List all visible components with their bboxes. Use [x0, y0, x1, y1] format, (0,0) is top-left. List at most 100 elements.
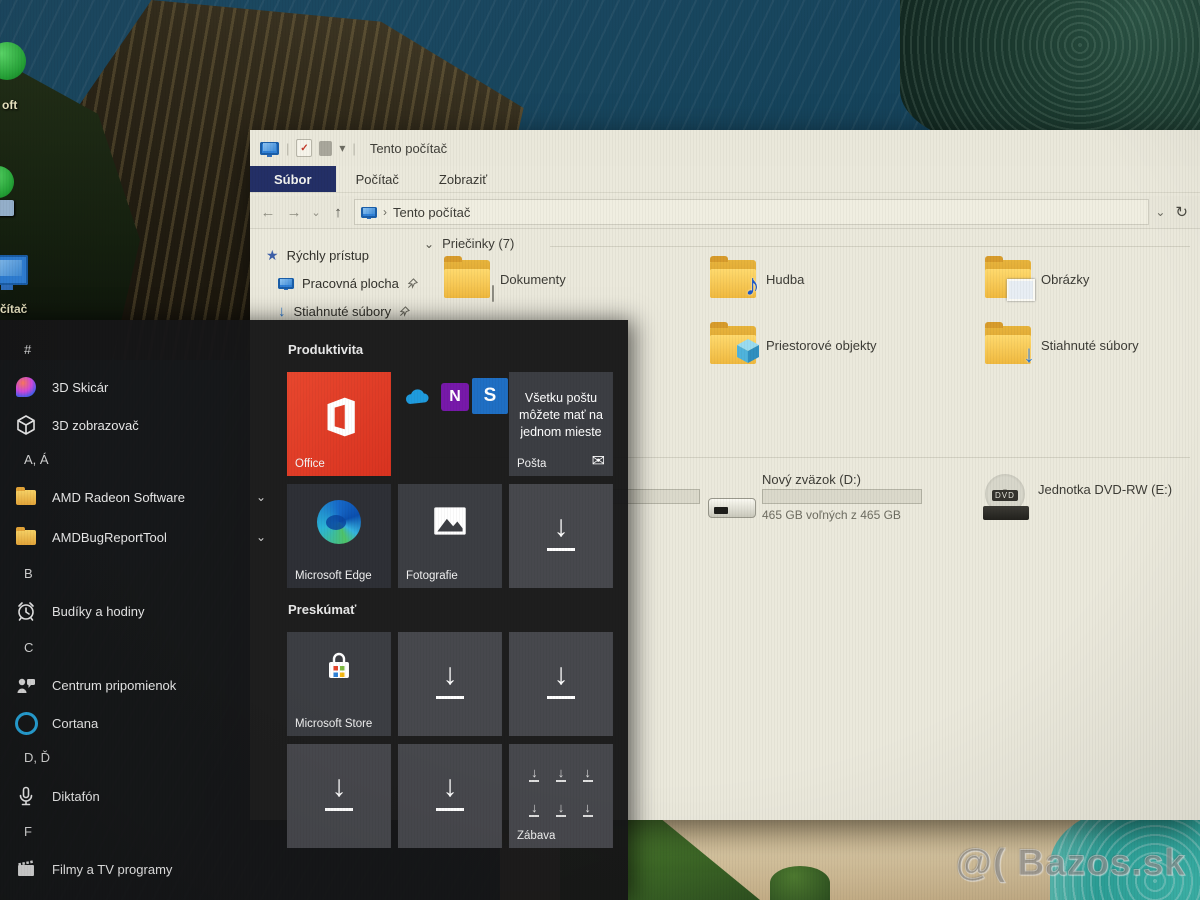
drive-name: Jednotka DVD-RW (E:) [1038, 482, 1172, 497]
this-pc-desktop-label: čítač [0, 302, 27, 316]
tab-computer[interactable]: Počítač [336, 166, 419, 192]
this-pc-icon [361, 207, 377, 218]
app-list-header[interactable]: # [24, 342, 31, 357]
tile-pending-download[interactable]: ↓ [509, 484, 613, 588]
folder-label: Hudba [766, 272, 804, 287]
app-list-item-amd-bugreport[interactable]: AMDBugReportTool ⌄ [14, 522, 280, 552]
quick-access-toolbar: | ✓ ▾ | [250, 139, 356, 157]
customize-toolbar-chevron[interactable]: ▾ [339, 141, 345, 155]
expand-chevron-icon[interactable]: ⌄ [256, 530, 266, 544]
folder-documents-icon [444, 260, 490, 298]
folder-music-icon: ♪ [710, 260, 756, 298]
download-arrow-icon: ↓ [526, 801, 542, 814]
app-list-item-feedback-hub[interactable]: Centrum pripomienok [14, 670, 280, 700]
movies-icon [14, 857, 38, 881]
download-arrow-icon: ↓ [553, 766, 569, 779]
folder-label: Dokumenty [500, 272, 566, 287]
tile-group-title-productivity[interactable]: Produktivita [288, 342, 363, 357]
folder-icon [16, 530, 36, 545]
desktop-shortcut-label: oft [2, 98, 17, 112]
folder-item-3d-objects[interactable]: Priestorové objekty [710, 326, 877, 364]
sidebar-item-downloads[interactable]: ↓ Stiahnuté súbory [278, 300, 410, 322]
window-title: Tento počítač [370, 141, 447, 156]
download-icon: ↓ [278, 304, 286, 319]
app-list-item-3d-skicar[interactable]: 3D Skicár [14, 372, 280, 402]
breadcrumb-chevron[interactable]: › [383, 205, 387, 219]
download-arrow-icon: ↓ [509, 660, 613, 690]
desktop-icon [278, 278, 294, 289]
app-list-item-movies-tv[interactable]: Filmy a TV programy [14, 854, 280, 884]
sidebar-item-label: Stiahnuté súbory [294, 304, 392, 319]
address-dropdown-chevron[interactable]: ⌄ [1155, 205, 1165, 219]
pin-icon [399, 306, 410, 317]
tile-group-title-explore[interactable]: Preskúmať [288, 602, 356, 617]
tile-photos[interactable]: Fotografie [398, 484, 502, 588]
back-button[interactable]: ← [258, 204, 278, 221]
tile-pending-download[interactable]: ↓ [398, 632, 502, 736]
download-arrow-icon: ↓ [509, 512, 613, 542]
sidebar-item-quick-access[interactable]: ★ Rýchly prístup [266, 244, 369, 266]
breadcrumb[interactable]: Tento počítač [393, 205, 470, 220]
sidebar-item-desktop[interactable]: Pracovná plocha [278, 272, 418, 294]
folder-pictures-icon [985, 260, 1031, 298]
tile-store[interactable]: Microsoft Store [287, 632, 391, 736]
beach-bush [770, 866, 830, 900]
cube-icon [736, 338, 760, 364]
this-pc-desktop-icon[interactable] [0, 255, 28, 285]
desktop-shortcut-icon[interactable] [0, 200, 14, 216]
tile-edge[interactable]: Microsoft Edge [287, 484, 391, 588]
tile-folder-entertainment[interactable]: ↓ ↓ ↓ ↓ ↓ ↓ Zábava [509, 744, 613, 848]
dvd-drive-icon: DVD [983, 474, 1029, 520]
folder-item-documents[interactable]: Dokumenty [444, 260, 566, 298]
expand-chevron-icon[interactable]: ⌄ [256, 490, 266, 504]
app-list-header[interactable]: F [24, 824, 32, 839]
onedrive-cloud-icon [402, 387, 432, 407]
download-arrow-icon: ↓ [287, 772, 391, 802]
app-list-item-3d-zobrazovac[interactable]: 3D zobrazovač [14, 410, 280, 440]
app-list-item-alarms[interactable]: Budíky a hodiny [14, 596, 280, 626]
sidebar-item-label: Rýchly prístup [287, 248, 369, 263]
folder-item-pictures[interactable]: Obrázky [985, 260, 1089, 298]
app-list-header[interactable]: B [24, 566, 33, 581]
tile-office[interactable]: Office [287, 372, 391, 476]
tile-pending-download[interactable]: ↓ [398, 744, 502, 848]
collapse-chevron-icon[interactable]: ⌄ [424, 237, 434, 251]
tile-pending-download[interactable]: ↓ [287, 744, 391, 848]
app-list-header[interactable]: A, Á [24, 452, 49, 467]
tile-mail[interactable]: Všetku poštu môžete mať na jednom mieste… [509, 372, 613, 476]
title-bar[interactable]: | ✓ ▾ | Tento počítač [250, 130, 1200, 166]
section-rule [550, 246, 1190, 247]
tile-pending-download[interactable]: ↓ [509, 632, 613, 736]
tile-skype[interactable]: S [472, 378, 508, 414]
download-underline [547, 696, 575, 699]
dvd-badge: DVD [992, 490, 1018, 501]
tab-file[interactable]: Súbor [250, 166, 336, 192]
tile-onedrive[interactable] [400, 380, 434, 414]
folder-item-music[interactable]: ♪ Hudba [710, 260, 804, 298]
app-list-item-amd-radeon[interactable]: AMD Radeon Software ⌄ [14, 482, 280, 512]
separator: | [286, 141, 289, 156]
address-input[interactable]: › Tento počítač [354, 199, 1149, 225]
sidebar-item-label: Pracovná plocha [302, 276, 399, 291]
recent-locations-chevron[interactable]: ⌄ [310, 206, 322, 219]
download-underline [547, 548, 575, 551]
app-list-item-voice-recorder[interactable]: Diktafón [14, 781, 280, 811]
cortana-icon [15, 712, 38, 735]
download-arrow-icon: ↓ [553, 801, 569, 814]
hard-drive-icon [708, 498, 756, 518]
photos-icon [429, 500, 471, 542]
tab-view[interactable]: Zobraziť [419, 166, 507, 192]
app-list-header[interactable]: C [24, 640, 33, 655]
properties-button[interactable]: ✓ [296, 139, 312, 157]
up-button[interactable]: ↑ [328, 204, 348, 221]
app-list-item-cortana[interactable]: Cortana [14, 708, 280, 738]
star-icon: ★ [266, 247, 279, 264]
app-list-header[interactable]: D, Ď [24, 750, 50, 765]
forward-button[interactable]: → [284, 204, 304, 221]
new-folder-button[interactable] [319, 141, 332, 156]
folders-section-header[interactable]: ⌄ Priečinky (7) [424, 236, 514, 251]
folder-item-downloads[interactable]: ↓ Stiahnuté súbory [985, 326, 1139, 364]
refresh-button[interactable]: ↻ [1171, 203, 1192, 221]
folder-downloads-icon: ↓ [985, 326, 1031, 364]
tile-onenote[interactable]: N [438, 380, 472, 414]
